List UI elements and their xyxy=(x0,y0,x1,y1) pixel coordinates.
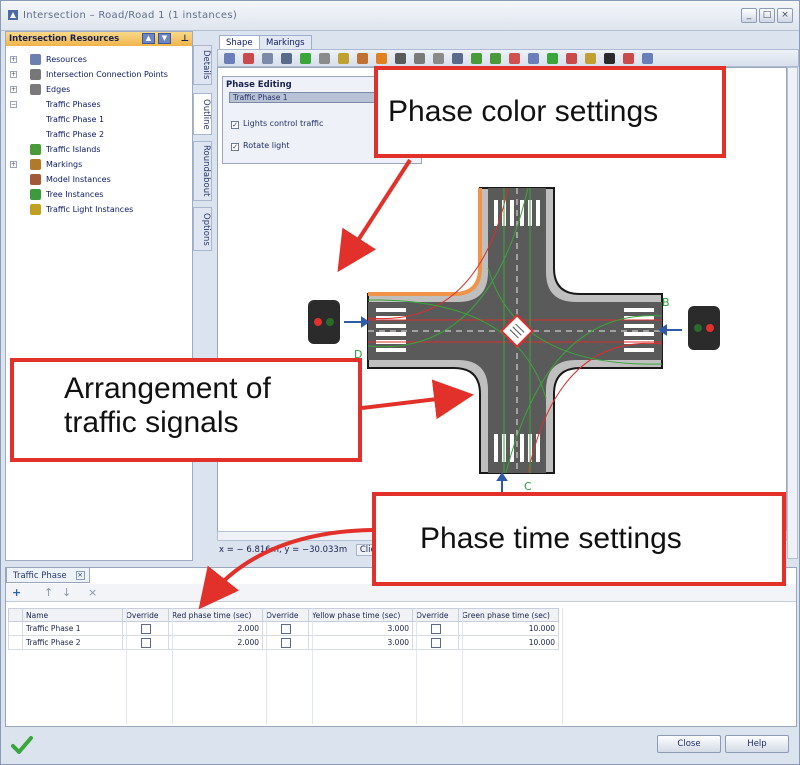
arrow-to-phase-table xyxy=(198,528,373,610)
callout-arrangement-line1: Arrangement of xyxy=(64,372,271,405)
arrow-to-signals xyxy=(361,379,474,420)
arrow-to-signal xyxy=(337,158,412,273)
callout-phase-time: Phase time settings xyxy=(372,492,786,586)
callout-phase-color: Phase color settings xyxy=(374,66,726,158)
callout-arrangement-line2: traffic signals xyxy=(64,406,239,439)
callout-signal-arrangement: Arrangement of traffic signals xyxy=(10,358,362,462)
